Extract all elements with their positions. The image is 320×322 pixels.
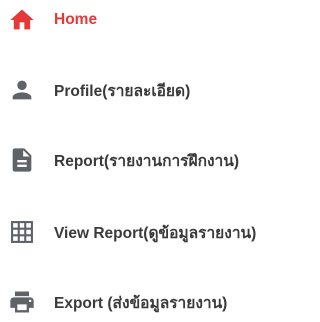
nav-item-view-report[interactable]: View Report(ดูข้อมูลรายงาน): [0, 212, 294, 252]
nav-item-report-label: Report(รายงานการฝึกงาน): [54, 152, 239, 170]
nav-item-export-label: Export (ส่งข้อมูลรายงาน): [54, 294, 228, 312]
nav-item-profile-label: Profile(รายละเอียด): [54, 82, 191, 100]
nav-item-home[interactable]: Home: [0, 0, 294, 40]
nav-item-home-label: Home: [54, 11, 98, 28]
person-icon: [8, 76, 36, 104]
nav-item-view-report-label: View Report(ดูข้อมูลรายงาน): [54, 224, 257, 242]
document-icon: [8, 146, 36, 174]
sidebar-nav-menu: Home Profile(รายละเอียด) Report(รายงานกา…: [0, 0, 294, 313]
home-icon: [8, 6, 36, 34]
grid-table-icon: [8, 218, 36, 246]
nav-item-report[interactable]: Report(รายงานการฝึกงาน): [0, 140, 294, 180]
nav-item-profile[interactable]: Profile(รายละเอียด): [0, 70, 294, 110]
nav-item-export[interactable]: Export (ส่งข้อมูลรายงาน): [0, 282, 294, 322]
